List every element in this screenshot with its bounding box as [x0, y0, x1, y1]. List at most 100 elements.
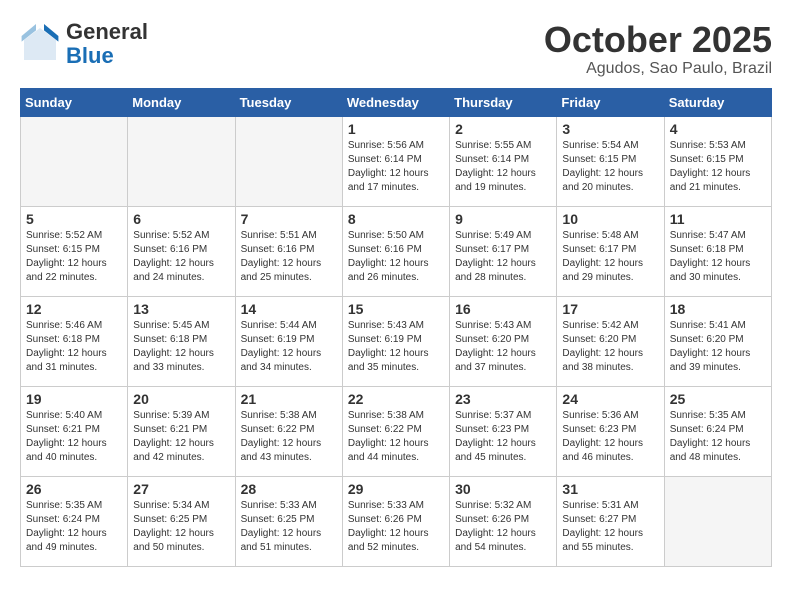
logo-text: General Blue: [66, 20, 148, 68]
day-number: 21: [241, 391, 337, 407]
day-number: 24: [562, 391, 658, 407]
calendar-cell: 4Sunrise: 5:53 AM Sunset: 6:15 PM Daylig…: [664, 116, 771, 206]
calendar-cell: 19Sunrise: 5:40 AM Sunset: 6:21 PM Dayli…: [21, 386, 128, 476]
day-info: Sunrise: 5:51 AM Sunset: 6:16 PM Dayligh…: [241, 229, 337, 285]
calendar-cell: 6 Sunrise: 5:52 AM Sunset: 6:16 PM Daylig…: [128, 206, 235, 296]
calendar-cell: 14Sunrise: 5:44 AM Sunset: 6:19 PM Dayli…: [235, 296, 342, 386]
day-info: Sunrise: 5:52 AM Sunset: 6:16 PM Dayligh…: [133, 229, 229, 285]
day-number: 13: [133, 301, 229, 317]
calendar-cell: 29 Sunrise: 5:33 AM Sunset: 6:26 PM Dayli…: [342, 476, 449, 566]
calendar-table: SundayMondayTuesdayWednesdayThursdayFrid…: [20, 88, 772, 567]
day-info: Sunrise: 5:49 AM Sunset: 6:17 PM Dayligh…: [455, 229, 551, 285]
calendar-cell: 5 Sunrise: 5:52 AM Sunset: 6:15 PM Daylig…: [21, 206, 128, 296]
calendar-cell: [128, 116, 235, 206]
day-number: 3: [562, 121, 658, 137]
day-number: 20: [133, 391, 229, 407]
header-sunday: Sunday: [21, 88, 128, 116]
day-info: Sunrise: 5:47 AM Sunset: 6:18 PM Dayligh…: [670, 229, 766, 285]
calendar-cell: 22Sunrise: 5:38 AM Sunset: 6:22 PM Dayli…: [342, 386, 449, 476]
logo: General Blue: [20, 20, 148, 68]
day-number: 27: [133, 481, 229, 497]
calendar-cell: 8Sunrise: 5:50 AM Sunset: 6:16 PM Daylig…: [342, 206, 449, 296]
calendar-header-row: SundayMondayTuesdayWednesdayThursdayFrid…: [21, 88, 772, 116]
day-info: Sunrise: 5:33 AM Sunset: 6:25 PM Dayligh…: [241, 499, 337, 555]
day-number: 8: [348, 211, 444, 227]
day-info: Sunrise: 5:39 AM Sunset: 6:21 PM Dayligh…: [133, 409, 229, 465]
day-info: Sunrise: 5:34 AM Sunset: 6:25 PM Dayligh…: [133, 499, 229, 555]
day-info: Sunrise: 5:31 AM Sunset: 6:27 PM Dayligh…: [562, 499, 658, 555]
calendar-cell: 27 Sunrise: 5:34 AM Sunset: 6:25 PM Dayli…: [128, 476, 235, 566]
calendar-cell: [235, 116, 342, 206]
calendar-cell: 24 Sunrise: 5:36 AM Sunset: 6:23 PM Dayli…: [557, 386, 664, 476]
day-info: Sunrise: 5:42 AM Sunset: 6:20 PM Dayligh…: [562, 319, 658, 375]
day-info: Sunrise: 5:38 AM Sunset: 6:22 PM Dayligh…: [241, 409, 337, 465]
day-number: 31: [562, 481, 658, 497]
calendar-cell: 1 Sunrise: 5:56 AM Sunset: 6:14 PM Daylig…: [342, 116, 449, 206]
day-info: Sunrise: 5:32 AM Sunset: 6:26 PM Dayligh…: [455, 499, 551, 555]
day-number: 28: [241, 481, 337, 497]
calendar-cell: 12 Sunrise: 5:46 AM Sunset: 6:18 PM Dayli…: [21, 296, 128, 386]
day-number: 7: [241, 211, 337, 227]
header-monday: Monday: [128, 88, 235, 116]
day-info: Sunrise: 5:46 AM Sunset: 6:18 PM Dayligh…: [26, 319, 122, 375]
day-info: Sunrise: 5:37 AM Sunset: 6:23 PM Dayligh…: [455, 409, 551, 465]
day-number: 26: [26, 481, 122, 497]
day-number: 23: [455, 391, 551, 407]
location: Agudos, Sao Paulo, Brazil: [544, 60, 772, 78]
day-number: 10: [562, 211, 658, 227]
day-number: 1: [348, 121, 444, 137]
day-info: Sunrise: 5:45 AM Sunset: 6:18 PM Dayligh…: [133, 319, 229, 375]
day-number: 30: [455, 481, 551, 497]
header-thursday: Thursday: [450, 88, 557, 116]
page-header: General Blue October 2025 Agudos, Sao Pa…: [20, 20, 772, 78]
calendar-week-2: 5 Sunrise: 5:52 AM Sunset: 6:15 PM Daylig…: [21, 206, 772, 296]
calendar-cell: 15 Sunrise: 5:43 AM Sunset: 6:19 PM Dayli…: [342, 296, 449, 386]
day-info: Sunrise: 5:43 AM Sunset: 6:19 PM Dayligh…: [348, 319, 444, 375]
day-info: Sunrise: 5:56 AM Sunset: 6:14 PM Dayligh…: [348, 139, 444, 195]
day-number: 25: [670, 391, 766, 407]
calendar-week-1: 1 Sunrise: 5:56 AM Sunset: 6:14 PM Daylig…: [21, 116, 772, 206]
day-number: 14: [241, 301, 337, 317]
day-number: 5: [26, 211, 122, 227]
day-info: Sunrise: 5:52 AM Sunset: 6:15 PM Dayligh…: [26, 229, 122, 285]
logo-icon: [20, 24, 60, 64]
day-info: Sunrise: 5:54 AM Sunset: 6:15 PM Dayligh…: [562, 139, 658, 195]
calendar-cell: 11Sunrise: 5:47 AM Sunset: 6:18 PM Dayli…: [664, 206, 771, 296]
day-info: Sunrise: 5:48 AM Sunset: 6:17 PM Dayligh…: [562, 229, 658, 285]
header-friday: Friday: [557, 88, 664, 116]
header-saturday: Saturday: [664, 88, 771, 116]
calendar-cell: [21, 116, 128, 206]
day-number: 29: [348, 481, 444, 497]
day-number: 15: [348, 301, 444, 317]
day-info: Sunrise: 5:41 AM Sunset: 6:20 PM Dayligh…: [670, 319, 766, 375]
day-number: 16: [455, 301, 551, 317]
calendar-cell: 23 Sunrise: 5:37 AM Sunset: 6:23 PM Dayli…: [450, 386, 557, 476]
day-number: 18: [670, 301, 766, 317]
day-number: 17: [562, 301, 658, 317]
calendar-cell: 3 Sunrise: 5:54 AM Sunset: 6:15 PM Daylig…: [557, 116, 664, 206]
day-info: Sunrise: 5:35 AM Sunset: 6:24 PM Dayligh…: [670, 409, 766, 465]
calendar-cell: 9 Sunrise: 5:49 AM Sunset: 6:17 PM Daylig…: [450, 206, 557, 296]
calendar-cell: 26 Sunrise: 5:35 AM Sunset: 6:24 PM Dayli…: [21, 476, 128, 566]
calendar-cell: 30 Sunrise: 5:32 AM Sunset: 6:26 PM Dayli…: [450, 476, 557, 566]
day-info: Sunrise: 5:33 AM Sunset: 6:26 PM Dayligh…: [348, 499, 444, 555]
day-number: 19: [26, 391, 122, 407]
calendar-cell: [664, 476, 771, 566]
calendar-cell: 18 Sunrise: 5:41 AM Sunset: 6:20 PM Dayli…: [664, 296, 771, 386]
day-info: Sunrise: 5:43 AM Sunset: 6:20 PM Dayligh…: [455, 319, 551, 375]
day-info: Sunrise: 5:35 AM Sunset: 6:24 PM Dayligh…: [26, 499, 122, 555]
calendar-cell: 16 Sunrise: 5:43 AM Sunset: 6:20 PM Dayli…: [450, 296, 557, 386]
calendar-cell: 2Sunrise: 5:55 AM Sunset: 6:14 PM Daylig…: [450, 116, 557, 206]
calendar-cell: 7 Sunrise: 5:51 AM Sunset: 6:16 PM Daylig…: [235, 206, 342, 296]
month-title: October 2025: [544, 20, 772, 60]
day-info: Sunrise: 5:38 AM Sunset: 6:22 PM Dayligh…: [348, 409, 444, 465]
day-number: 6: [133, 211, 229, 227]
header-tuesday: Tuesday: [235, 88, 342, 116]
day-info: Sunrise: 5:36 AM Sunset: 6:23 PM Dayligh…: [562, 409, 658, 465]
calendar-cell: 17 Sunrise: 5:42 AM Sunset: 6:20 PM Dayli…: [557, 296, 664, 386]
calendar-cell: 20 Sunrise: 5:39 AM Sunset: 6:21 PM Dayli…: [128, 386, 235, 476]
day-number: 12: [26, 301, 122, 317]
day-number: 9: [455, 211, 551, 227]
calendar-week-5: 26 Sunrise: 5:35 AM Sunset: 6:24 PM Dayli…: [21, 476, 772, 566]
day-number: 4: [670, 121, 766, 137]
